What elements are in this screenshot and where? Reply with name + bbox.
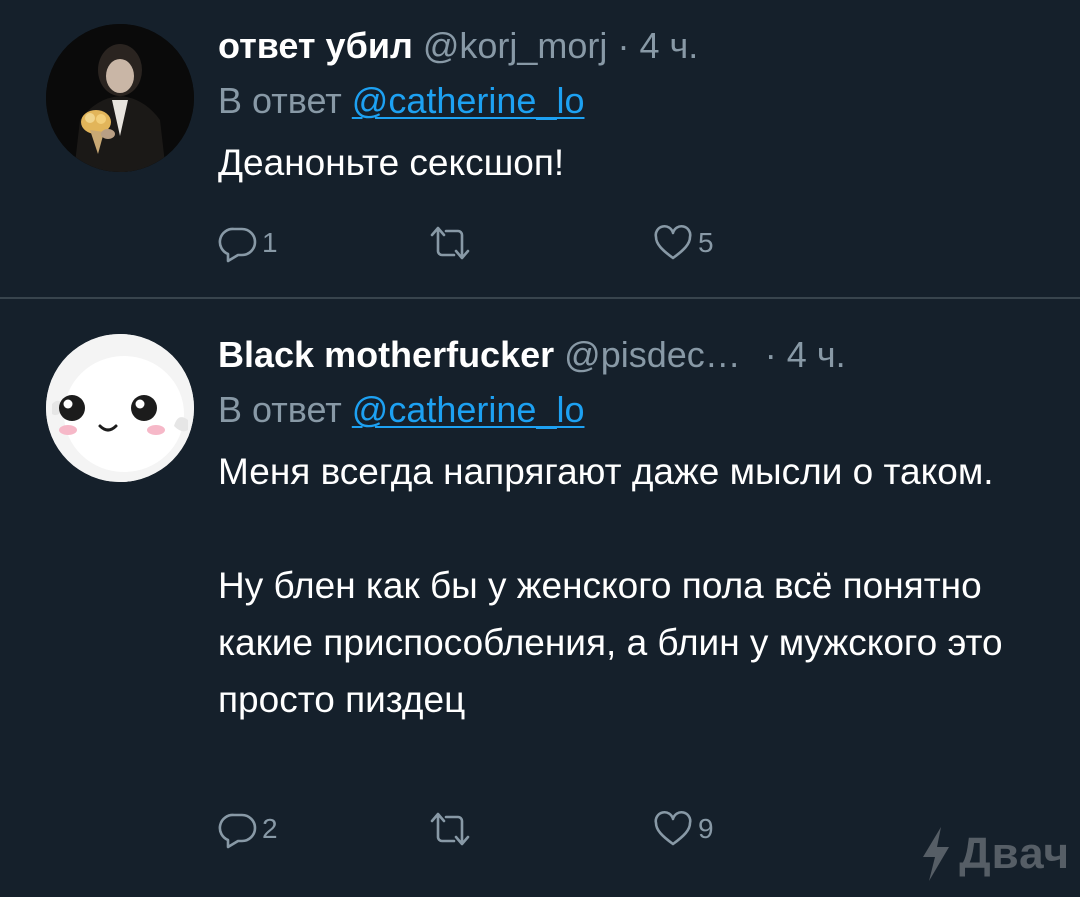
heart-icon (654, 810, 692, 846)
like-count: 9 (698, 813, 714, 844)
tweet-paragraph: Ну блен как бы у женского пола всё понят… (218, 565, 1003, 720)
tweet-content: Black motherfucker @pisdec… · 4 ч. В отв… (218, 329, 1050, 728)
user-photo-avatar-icon (46, 24, 194, 172)
tweet-thread: ответ убил @korj_morj · 4 ч. В ответ @ca… (0, 0, 1080, 897)
tweet-header: Black motherfucker @pisdec… · 4 ч. (218, 329, 1050, 381)
like-count: 5 (698, 227, 714, 258)
timestamp[interactable]: 4 ч. (787, 334, 846, 375)
reply-bubble-icon (218, 813, 257, 849)
reply-button[interactable]: 2 (218, 807, 278, 851)
reply-mention-link[interactable]: @catherine_lo (352, 389, 585, 430)
watermark-text: Двач (959, 829, 1070, 878)
tweet[interactable]: Black motherfucker @pisdec… · 4 ч. В отв… (0, 299, 1080, 897)
user-handle[interactable]: @korj_morj (423, 25, 608, 66)
display-name[interactable]: Black motherfucker (218, 334, 554, 375)
like-button[interactable]: 5 (652, 221, 714, 265)
watermark: Двач (919, 825, 1070, 883)
tweet-text: Деаноньте сексшоп! (218, 134, 1050, 191)
reply-prefix: В ответ (218, 389, 342, 430)
avatar[interactable] (46, 334, 194, 482)
retweet-icon (430, 226, 470, 260)
retweet-button[interactable] (426, 807, 478, 851)
tweet-paragraph: Меня всегда напрягают даже мысли о таком… (218, 451, 994, 492)
reply-mention-link[interactable]: @catherine_lo (352, 80, 585, 121)
reply-count: 2 (262, 813, 278, 844)
cute-ghost-avatar-icon (46, 334, 194, 482)
reply-bubble-icon (218, 227, 257, 263)
reply-button[interactable]: 1 (218, 221, 278, 265)
tweet-actions: 1 5 (218, 221, 778, 265)
reply-prefix: В ответ (218, 80, 342, 121)
avatar[interactable] (46, 24, 194, 172)
tweet-content: ответ убил @korj_morj · 4 ч. В ответ @ca… (218, 20, 1050, 191)
tweet-paragraph: Деаноньте сексшоп! (218, 142, 565, 183)
tweet[interactable]: ответ убил @korj_morj · 4 ч. В ответ @ca… (0, 0, 1080, 298)
tweet-header: ответ убил @korj_morj · 4 ч. (218, 20, 1050, 72)
heart-icon (654, 224, 692, 260)
tweet-actions: 2 9 (218, 807, 778, 851)
retweet-icon (430, 812, 470, 846)
timestamp[interactable]: 4 ч. (639, 25, 698, 66)
reply-context: В ответ @catherine_lo (218, 72, 1050, 130)
tweet-text: Меня всегда напрягают даже мысли о таком… (218, 443, 1050, 728)
lightning-bolt-icon (923, 827, 950, 881)
like-button[interactable]: 9 (652, 807, 714, 851)
retweet-button[interactable] (426, 221, 478, 265)
user-handle[interactable]: @pisdec… (564, 334, 741, 375)
reply-count: 1 (262, 227, 278, 258)
separator: · (764, 334, 777, 375)
reply-context: В ответ @catherine_lo (218, 381, 1050, 439)
display-name[interactable]: ответ убил (218, 25, 413, 66)
separator: · (617, 25, 630, 66)
